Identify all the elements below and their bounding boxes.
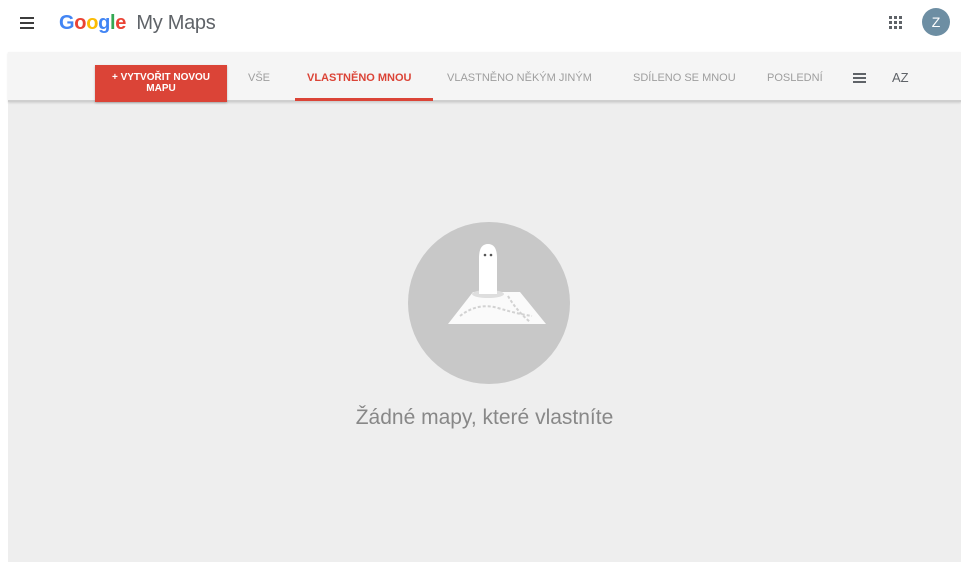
logo-letter: o bbox=[86, 12, 99, 34]
active-tab-indicator bbox=[295, 98, 433, 101]
tab-bar: + VYTVOŘIT NOVOU MAPU VŠE VLASTNĚNO MNOU… bbox=[8, 52, 961, 102]
tab-owned-by-me[interactable]: VLASTNĚNO MNOU bbox=[307, 72, 412, 84]
create-button-label-line1: + VYTVOŘIT NOVOU bbox=[111, 72, 211, 83]
google-my-maps-logo[interactable]: Google My Maps bbox=[59, 12, 216, 35]
tab-recent[interactable]: POSLEDNÍ bbox=[767, 72, 823, 84]
product-name: My Maps bbox=[136, 12, 216, 34]
empty-state-message: Žádné mapy, které vlastníte bbox=[355, 406, 614, 429]
create-new-map-button[interactable]: + VYTVOŘIT NOVOU MAPU bbox=[95, 65, 227, 102]
logo-letter: G bbox=[59, 12, 75, 34]
tab-owned-by-others[interactable]: VLASTNĚNO NĚKÝM JINÝM bbox=[447, 72, 592, 84]
top-app-bar: Google My Maps Z bbox=[0, 0, 961, 50]
avatar[interactable]: Z bbox=[922, 8, 950, 36]
logo-letter: o bbox=[74, 12, 87, 34]
main-content: + VYTVOŘIT NOVOU MAPU VŠE VLASTNĚNO MNOU… bbox=[8, 52, 961, 562]
ghost-on-map-icon bbox=[408, 222, 570, 384]
tab-shared-with-me[interactable]: SDÍLENO SE MNOU bbox=[633, 72, 736, 84]
tab-all[interactable]: VŠE bbox=[248, 72, 270, 84]
logo-letter: g bbox=[98, 12, 111, 34]
create-button-label-line2: MAPU bbox=[146, 83, 176, 94]
hamburger-menu-icon[interactable] bbox=[20, 17, 36, 31]
apps-grid-icon[interactable] bbox=[889, 16, 903, 30]
list-view-icon[interactable] bbox=[853, 73, 866, 84]
google-logo: Google bbox=[59, 12, 131, 34]
sort-az-icon[interactable]: AZ bbox=[892, 70, 909, 85]
logo-letter: e bbox=[115, 12, 127, 34]
